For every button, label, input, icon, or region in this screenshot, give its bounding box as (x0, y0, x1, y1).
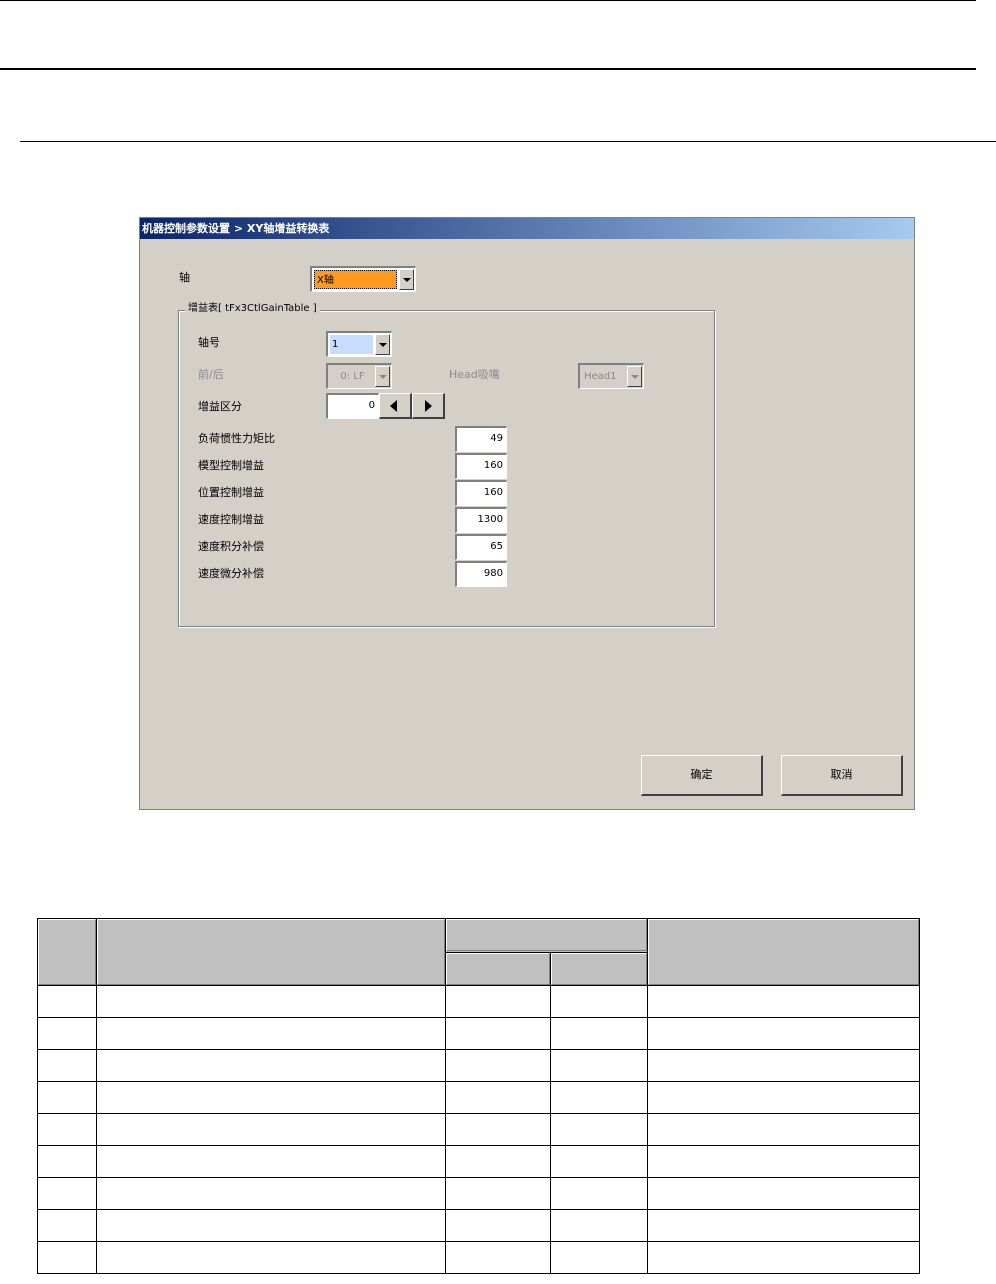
header-cell (647, 918, 920, 986)
param-label: 速度微分补偿 (198, 567, 264, 580)
chevron-down-icon[interactable] (399, 269, 414, 290)
head-select[interactable]: Head1 (578, 363, 644, 389)
param-input[interactable]: 160 (455, 453, 507, 479)
left-arrow-icon (390, 400, 397, 412)
front-rear-value: 0: LF (340, 371, 365, 382)
gain-div-prev-button[interactable] (379, 393, 412, 419)
axis-label: 轴 (179, 271, 190, 284)
param-input[interactable]: 1300 (455, 507, 507, 533)
table-row (37, 985, 920, 1018)
header-cell (445, 951, 551, 986)
param-input[interactable]: 160 (455, 480, 507, 506)
chevron-down-icon[interactable] (375, 334, 390, 355)
header-cell (37, 918, 97, 986)
axis-no-value: 1 (330, 335, 373, 354)
param-input[interactable]: 49 (455, 426, 507, 452)
front-rear-label: 前/后 (198, 368, 224, 381)
param-label: 速度控制增益 (198, 513, 264, 526)
head-value: Head1 (584, 371, 617, 382)
head-nozzle-label: Head吸嘴 (449, 368, 500, 381)
ok-button[interactable]: 确定 (641, 755, 763, 796)
chevron-down-icon[interactable] (627, 366, 642, 387)
front-rear-select[interactable]: 0: LF (326, 363, 392, 389)
page-rule-second (0, 68, 976, 70)
cancel-button[interactable]: 取消 (781, 755, 903, 796)
group-title: 增益表[ tFx3CtlGainTable ] (185, 303, 320, 315)
page-rule-third (20, 141, 996, 142)
param-label: 负荷惯性力矩比 (198, 432, 275, 445)
header-cell (445, 918, 648, 953)
right-arrow-icon (425, 400, 432, 412)
table-row (37, 1145, 920, 1178)
gain-table-dialog: 机器控制参数设置 > XY轴增益转换表 轴 X轴 增益表[ tFx3CtlGai… (139, 217, 915, 810)
chevron-down-icon[interactable] (375, 366, 390, 387)
param-label: 速度积分补偿 (198, 540, 264, 553)
table-row (37, 1177, 920, 1210)
axis-no-select[interactable]: 1 (326, 331, 392, 357)
table-row (37, 1209, 920, 1242)
gain-div-next-button[interactable] (412, 393, 445, 419)
dialog-title: 机器控制参数设置 > XY轴增益转换表 (140, 218, 914, 239)
table-row (37, 1241, 920, 1274)
table-row (37, 1049, 920, 1082)
header-cell (96, 918, 446, 986)
table-row (37, 1017, 920, 1050)
axis-select[interactable]: X轴 (310, 266, 416, 292)
param-input[interactable]: 980 (455, 561, 507, 587)
table-row (37, 1113, 920, 1146)
axis-select-value: X轴 (314, 270, 397, 289)
gain-div-label: 增益区分 (198, 400, 242, 413)
param-label: 位置控制增益 (198, 486, 264, 499)
table-row (37, 1081, 920, 1114)
gain-div-input[interactable]: 0 (326, 393, 379, 419)
parameter-table (37, 918, 920, 1274)
page-rule-top (0, 0, 976, 1)
param-input[interactable]: 65 (455, 534, 507, 560)
header-cell (550, 951, 648, 986)
param-label: 模型控制增益 (198, 459, 264, 472)
axis-no-label: 轴号 (198, 336, 220, 349)
